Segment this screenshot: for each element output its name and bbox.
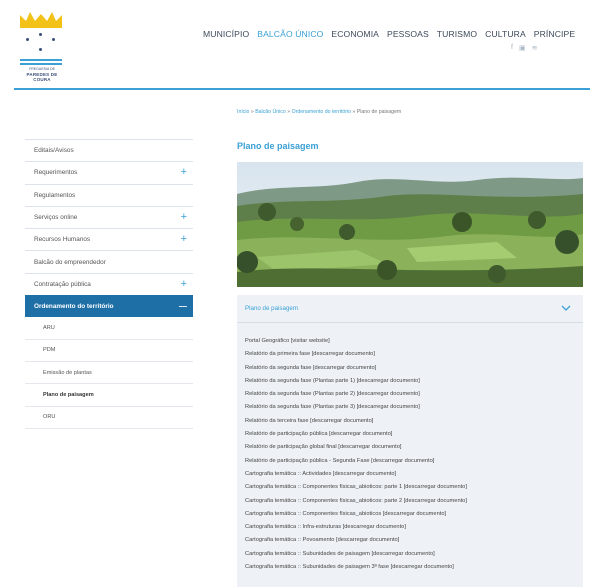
- sidebar-item-label: Editais/Avisos: [34, 147, 74, 155]
- nav-cultura[interactable]: CULTURA: [485, 29, 526, 39]
- document-link[interactable]: Cartografia temática :: Subunidades de p…: [245, 561, 467, 574]
- accordion-header[interactable]: Plano de paisagem: [237, 295, 583, 323]
- sidebar-item-editais[interactable]: Editais/Avisos: [25, 139, 193, 161]
- breadcrumb-inicio[interactable]: Início: [237, 109, 249, 115]
- sidebar-item-label: Recursos Humanos: [34, 236, 91, 244]
- expand-icon[interactable]: +: [181, 211, 187, 223]
- collapse-icon[interactable]: —: [179, 301, 187, 313]
- sidebar-subitem-plano-paisagem[interactable]: Plano de paisagem: [25, 384, 193, 407]
- nav-balcao-unico[interactable]: BALCÃO ÚNICO: [257, 29, 323, 39]
- sidebar-item-regulamentos[interactable]: Regulamentos: [25, 183, 193, 206]
- accordion-title: Plano de paisagem: [245, 305, 298, 312]
- logo-dot: [52, 38, 55, 41]
- sidebar-item-label: Ordenamento do território: [34, 303, 114, 311]
- document-link[interactable]: Cartografia temática :: Povoamento [desc…: [245, 534, 467, 547]
- document-link[interactable]: Cartografia temática :: Componentes físi…: [245, 508, 467, 521]
- expand-icon[interactable]: +: [181, 166, 187, 178]
- landscape-photo: [237, 162, 583, 287]
- nav-principe[interactable]: PRÍNCIPE: [534, 29, 575, 39]
- document-link[interactable]: Cartografia temática :: Componentes físi…: [245, 481, 467, 494]
- parish-logo[interactable]: FREGUESIA DE PAREDES DE COURA: [18, 12, 66, 82]
- sidebar-subitem-pdm[interactable]: PDM: [25, 340, 193, 362]
- document-link[interactable]: Relatório da primeira fase [descarregar …: [245, 348, 467, 361]
- sidebar-item-label: Requerimentos: [34, 169, 78, 177]
- document-link[interactable]: Relatório de participação global final […: [245, 441, 467, 454]
- logo-text-line1: FREGUESIA DE: [29, 67, 55, 71]
- document-link[interactable]: Relatório da segunda fase (Plantas parte…: [245, 375, 467, 388]
- breadcrumb-separator: »: [250, 109, 254, 115]
- sidebar-item-label: Balcão do empreendedor: [34, 258, 106, 266]
- logo-band: [20, 59, 62, 61]
- sidebar-item-requerimentos[interactable]: Requerimentos +: [25, 161, 193, 183]
- header-divider: [14, 88, 590, 90]
- sidebar-subitem-aru[interactable]: ARU: [25, 317, 193, 340]
- logo-dot: [26, 38, 29, 41]
- document-link[interactable]: Relatório da segunda fase (Plantas parte…: [245, 388, 467, 401]
- document-link[interactable]: Cartografia temática :: Componentes físi…: [245, 495, 467, 508]
- social-links: f ▣ ≋: [511, 44, 537, 52]
- sidebar-item-contratacao-publica[interactable]: Contratação pública +: [25, 272, 193, 295]
- main-navigation: MUNICÍPIO BALCÃO ÚNICO ECONOMIA PESSOAS …: [203, 29, 575, 39]
- facebook-icon[interactable]: f: [511, 44, 513, 52]
- site-header: FREGUESIA DE PAREDES DE COURA MUNICÍPIO …: [0, 0, 590, 88]
- breadcrumb-current: Plano de paisagem: [356, 109, 402, 115]
- sidebar-item-label: Contratação pública: [34, 280, 91, 288]
- sidebar-item-label: Regulamentos: [34, 191, 76, 199]
- document-link[interactable]: Relatório de participação pública [desca…: [245, 428, 467, 441]
- youtube-icon[interactable]: ▣: [519, 44, 526, 52]
- sidebar-item-label: Serviços online: [34, 214, 78, 222]
- logo-dot: [39, 33, 42, 36]
- expand-icon[interactable]: +: [181, 233, 187, 245]
- nav-turismo[interactable]: TURISMO: [437, 29, 477, 39]
- breadcrumb-separator: »: [352, 109, 356, 115]
- sidebar-subitem-oru[interactable]: ORU: [25, 407, 193, 429]
- document-link[interactable]: Relatório da segunda fase [descarregar d…: [245, 362, 467, 375]
- document-list: Portal Geográfico [visitar website] Relat…: [245, 335, 467, 574]
- logo-dot: [39, 48, 42, 51]
- rss-icon[interactable]: ≋: [532, 44, 538, 52]
- nav-economia[interactable]: ECONOMIA: [331, 29, 379, 39]
- chevron-down-icon[interactable]: [561, 303, 571, 313]
- crown-icon: [20, 12, 62, 28]
- logo-band: [20, 63, 62, 65]
- breadcrumb-ordenamento[interactable]: Ordenamento do território: [292, 109, 351, 115]
- document-link[interactable]: Relatório da terceira fase [descarregar …: [245, 415, 467, 428]
- expand-icon[interactable]: +: [181, 278, 187, 290]
- sidebar: Editais/Avisos Requerimentos + Regulamen…: [25, 139, 193, 429]
- sidebar-item-recursos-humanos[interactable]: Recursos Humanos +: [25, 228, 193, 250]
- document-link[interactable]: Portal Geográfico [visitar website]: [245, 335, 467, 348]
- sidebar-item-balcao-empreendedor[interactable]: Balcão do empreendedor: [25, 250, 193, 272]
- document-link[interactable]: Cartografia temática :: Actividades [des…: [245, 468, 467, 481]
- breadcrumb: Início » Balcão Único » Ordenamento do t…: [237, 109, 401, 115]
- sidebar-item-servicos-online[interactable]: Serviços online +: [25, 205, 193, 228]
- nav-pessoas[interactable]: PESSOAS: [387, 29, 429, 39]
- breadcrumb-balcao-unico[interactable]: Balcão Único: [255, 109, 286, 115]
- documents-accordion: Plano de paisagem Portal Geográfico [vis…: [237, 295, 583, 587]
- sidebar-item-ordenamento[interactable]: Ordenamento do território —: [25, 295, 193, 318]
- document-link[interactable]: Relatório de participação pública - Segu…: [245, 455, 467, 468]
- document-link[interactable]: Cartografia temática :: Infra-estruturas…: [245, 521, 467, 534]
- logo-text-line2: PAREDES DE COURA: [26, 72, 58, 82]
- breadcrumb-separator: »: [287, 109, 291, 115]
- document-link[interactable]: Relatório da segunda fase (Plantas parte…: [245, 401, 467, 414]
- sidebar-subitem-emissao-plantas[interactable]: Emissão de plantas: [25, 362, 193, 385]
- nav-municipio[interactable]: MUNICÍPIO: [203, 29, 249, 39]
- page-title: Plano de paisagem: [237, 141, 319, 151]
- document-link[interactable]: Cartografia temática :: Subunidades de p…: [245, 548, 467, 561]
